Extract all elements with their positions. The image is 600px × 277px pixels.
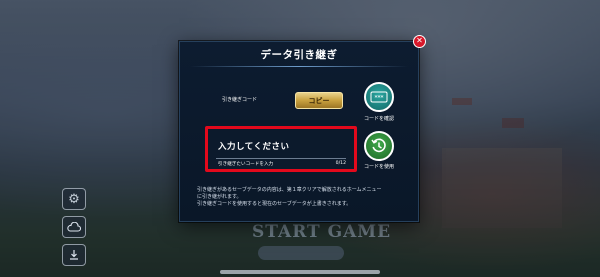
use-code-button[interactable]: [364, 131, 394, 161]
close-button[interactable]: ✕: [413, 35, 426, 48]
dialog-title: データ引き継ぎ: [260, 48, 338, 61]
transfer-notice: 引き継ぎがあるセーブデータの内容は、第１章クリアで解放されるホームメニュー に引…: [197, 187, 407, 208]
notice-line: に引き継がれます。: [197, 194, 242, 200]
input-underline: [216, 158, 346, 159]
copy-button[interactable]: コピー: [295, 92, 343, 109]
start-game-bar: [258, 246, 344, 260]
dialog-header: データ引き継ぎ: [180, 42, 418, 66]
history-clock-icon: [371, 138, 386, 153]
notice-line: 引き継ぎがあるセーブデータの内容は、第１章クリアで解放されるホームメニュー: [197, 187, 382, 193]
input-character-count: 0/12: [335, 161, 346, 166]
confirm-code-button[interactable]: ***: [364, 82, 394, 112]
gear-icon: ⚙: [68, 191, 80, 207]
use-code-label: コードを使用: [363, 164, 394, 170]
notice-line: 引き継ぎコードを使用すると現在のセーブデータが上書きされます。: [197, 201, 352, 207]
transfer-code-label: 引き継ぎコード: [222, 97, 258, 103]
input-hint: 引き継ぎたいコードを入力: [218, 162, 274, 167]
transfer-code-input[interactable]: 入力してください 引き継ぎたいコードを入力 0/12: [205, 126, 357, 172]
confirm-code-label: コードを確認: [363, 116, 394, 122]
copy-button-label: コピー: [308, 96, 330, 105]
download-icon: [70, 250, 78, 260]
input-placeholder: 入力してください: [218, 142, 290, 152]
cloud-button[interactable]: [62, 216, 86, 238]
start-game-text: START GAME: [252, 222, 392, 242]
cloud-icon: [67, 222, 81, 232]
svg-text:***: ***: [375, 95, 384, 102]
settings-button[interactable]: ⚙: [62, 188, 86, 210]
close-icon: ✕: [416, 36, 423, 45]
download-button[interactable]: [62, 244, 86, 266]
header-divider: [190, 66, 408, 67]
code-display-icon: ***: [370, 91, 388, 103]
home-indicator[interactable]: [220, 270, 380, 274]
